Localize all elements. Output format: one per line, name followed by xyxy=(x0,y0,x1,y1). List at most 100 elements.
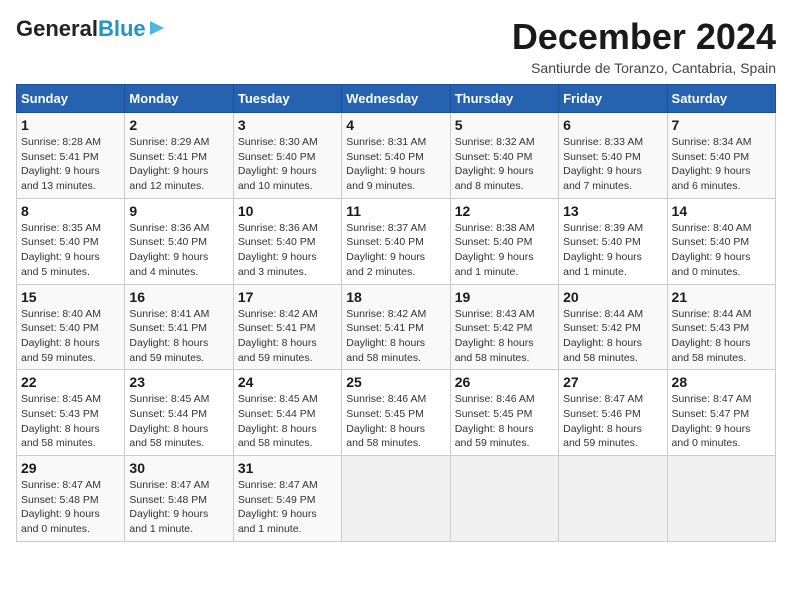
table-row xyxy=(559,456,667,542)
day-info: Sunrise: 8:47 AMSunset: 5:49 PMDaylight:… xyxy=(238,478,337,537)
day-number: 22 xyxy=(21,374,120,390)
table-row xyxy=(667,456,775,542)
table-row: 12 Sunrise: 8:38 AMSunset: 5:40 PMDayligh… xyxy=(450,198,558,284)
table-row: 30Sunrise: 8:47 AMSunset: 5:48 PMDayligh… xyxy=(125,456,233,542)
day-number: 16 xyxy=(129,289,228,305)
day-info: Sunrise: 8:33 AMSunset: 5:40 PMDaylight:… xyxy=(563,135,662,194)
day-info: Sunrise: 8:38 AMSunset: 5:40 PMDaylight:… xyxy=(455,221,554,280)
day-info: Sunrise: 8:41 AMSunset: 5:41 PMDaylight:… xyxy=(129,307,228,366)
day-number: 11 xyxy=(346,203,445,219)
location-text: Santiurde de Toranzo, Cantabria, Spain xyxy=(512,60,776,76)
day-number: 28 xyxy=(672,374,771,390)
table-row: 24 Sunrise: 8:45 AMSunset: 5:44 PMDayligh… xyxy=(233,370,341,456)
day-number: 3 xyxy=(238,117,337,133)
table-row: 26 Sunrise: 8:46 AMSunset: 5:45 PMDayligh… xyxy=(450,370,558,456)
day-number: 7 xyxy=(672,117,771,133)
table-row: 13Sunrise: 8:39 AMSunset: 5:40 PMDayligh… xyxy=(559,198,667,284)
day-info: Sunrise: 8:37 AMSunset: 5:40 PMDaylight:… xyxy=(346,221,445,280)
logo: General Blue xyxy=(16,16,166,42)
day-number: 26 xyxy=(455,374,554,390)
day-info: Sunrise: 8:36 AMSunset: 5:40 PMDaylight:… xyxy=(238,221,337,280)
table-row: 6 Sunrise: 8:33 AMSunset: 5:40 PMDaylight… xyxy=(559,113,667,199)
day-number: 27 xyxy=(563,374,662,390)
day-info: Sunrise: 8:42 AMSunset: 5:41 PMDaylight:… xyxy=(346,307,445,366)
table-row: 7 Sunrise: 8:34 AMSunset: 5:40 PMDaylight… xyxy=(667,113,775,199)
day-number: 5 xyxy=(455,117,554,133)
header-monday: Monday xyxy=(125,85,233,113)
day-number: 24 xyxy=(238,374,337,390)
logo-general-text: General xyxy=(16,16,98,42)
table-row: 11 Sunrise: 8:37 AMSunset: 5:40 PMDayligh… xyxy=(342,198,450,284)
day-info: Sunrise: 8:42 AMSunset: 5:41 PMDaylight:… xyxy=(238,307,337,366)
day-info: Sunrise: 8:36 AMSunset: 5:40 PMDaylight:… xyxy=(129,221,228,280)
table-row: 19 Sunrise: 8:43 AMSunset: 5:42 PMDayligh… xyxy=(450,284,558,370)
logo-blue-text: Blue xyxy=(98,16,146,42)
table-row: 23 Sunrise: 8:45 AMSunset: 5:44 PMDayligh… xyxy=(125,370,233,456)
day-info: Sunrise: 8:45 AMSunset: 5:44 PMDaylight:… xyxy=(129,392,228,451)
day-info: Sunrise: 8:32 AMSunset: 5:40 PMDaylight:… xyxy=(455,135,554,194)
day-number: 25 xyxy=(346,374,445,390)
calendar-header-row: Sunday Monday Tuesday Wednesday Thursday… xyxy=(17,85,776,113)
day-number: 15 xyxy=(21,289,120,305)
day-number: 10 xyxy=(238,203,337,219)
logo-arrow-icon xyxy=(148,19,166,37)
header-wednesday: Wednesday xyxy=(342,85,450,113)
table-row: 22Sunrise: 8:45 AMSunset: 5:43 PMDayligh… xyxy=(17,370,125,456)
table-row: 15 Sunrise: 8:40 AMSunset: 5:40 PMDayligh… xyxy=(17,284,125,370)
day-info: Sunrise: 8:46 AMSunset: 5:45 PMDaylight:… xyxy=(455,392,554,451)
day-number: 23 xyxy=(129,374,228,390)
day-number: 19 xyxy=(455,289,554,305)
header-thursday: Thursday xyxy=(450,85,558,113)
day-info: Sunrise: 8:28 AMSunset: 5:41 PMDaylight:… xyxy=(21,135,120,194)
day-number: 14 xyxy=(672,203,771,219)
day-number: 21 xyxy=(672,289,771,305)
table-row xyxy=(450,456,558,542)
page-header: General Blue December 2024 Santiurde de … xyxy=(16,16,776,76)
table-row: 4 Sunrise: 8:31 AMSunset: 5:40 PMDaylight… xyxy=(342,113,450,199)
day-info: Sunrise: 8:40 AMSunset: 5:40 PMDaylight:… xyxy=(672,221,771,280)
day-number: 20 xyxy=(563,289,662,305)
day-info: Sunrise: 8:47 AMSunset: 5:47 PMDaylight:… xyxy=(672,392,771,451)
day-info: Sunrise: 8:31 AMSunset: 5:40 PMDaylight:… xyxy=(346,135,445,194)
table-row: 20 Sunrise: 8:44 AMSunset: 5:42 PMDayligh… xyxy=(559,284,667,370)
day-info: Sunrise: 8:44 AMSunset: 5:43 PMDaylight:… xyxy=(672,307,771,366)
table-row: 16 Sunrise: 8:41 AMSunset: 5:41 PMDayligh… xyxy=(125,284,233,370)
table-row: 5 Sunrise: 8:32 AMSunset: 5:40 PMDaylight… xyxy=(450,113,558,199)
day-number: 12 xyxy=(455,203,554,219)
day-info: Sunrise: 8:29 AMSunset: 5:41 PMDaylight:… xyxy=(129,135,228,194)
day-info: Sunrise: 8:30 AMSunset: 5:40 PMDaylight:… xyxy=(238,135,337,194)
calendar-week-row: 8Sunrise: 8:35 AMSunset: 5:40 PMDaylight… xyxy=(17,198,776,284)
day-number: 13 xyxy=(563,203,662,219)
day-number: 29 xyxy=(21,460,120,476)
day-number: 8 xyxy=(21,203,120,219)
day-info: Sunrise: 8:47 AMSunset: 5:46 PMDaylight:… xyxy=(563,392,662,451)
header-sunday: Sunday xyxy=(17,85,125,113)
table-row: 1 Sunrise: 8:28 AMSunset: 5:41 PMDaylight… xyxy=(17,113,125,199)
day-number: 4 xyxy=(346,117,445,133)
header-friday: Friday xyxy=(559,85,667,113)
day-info: Sunrise: 8:46 AMSunset: 5:45 PMDaylight:… xyxy=(346,392,445,451)
table-row: 29Sunrise: 8:47 AMSunset: 5:48 PMDayligh… xyxy=(17,456,125,542)
day-number: 17 xyxy=(238,289,337,305)
day-info: Sunrise: 8:34 AMSunset: 5:40 PMDaylight:… xyxy=(672,135,771,194)
day-number: 6 xyxy=(563,117,662,133)
table-row: 14 Sunrise: 8:40 AMSunset: 5:40 PMDayligh… xyxy=(667,198,775,284)
day-info: Sunrise: 8:44 AMSunset: 5:42 PMDaylight:… xyxy=(563,307,662,366)
day-number: 31 xyxy=(238,460,337,476)
day-info: Sunrise: 8:47 AMSunset: 5:48 PMDaylight:… xyxy=(129,478,228,537)
calendar-week-row: 22Sunrise: 8:45 AMSunset: 5:43 PMDayligh… xyxy=(17,370,776,456)
month-title: December 2024 xyxy=(512,16,776,58)
day-info: Sunrise: 8:40 AMSunset: 5:40 PMDaylight:… xyxy=(21,307,120,366)
day-info: Sunrise: 8:43 AMSunset: 5:42 PMDaylight:… xyxy=(455,307,554,366)
day-number: 1 xyxy=(21,117,120,133)
calendar-table: Sunday Monday Tuesday Wednesday Thursday… xyxy=(16,84,776,542)
header-tuesday: Tuesday xyxy=(233,85,341,113)
calendar-week-row: 15 Sunrise: 8:40 AMSunset: 5:40 PMDayligh… xyxy=(17,284,776,370)
header-saturday: Saturday xyxy=(667,85,775,113)
table-row: 9Sunrise: 8:36 AMSunset: 5:40 PMDaylight… xyxy=(125,198,233,284)
table-row: 27 Sunrise: 8:47 AMSunset: 5:46 PMDayligh… xyxy=(559,370,667,456)
day-info: Sunrise: 8:45 AMSunset: 5:44 PMDaylight:… xyxy=(238,392,337,451)
table-row xyxy=(342,456,450,542)
table-row: 3 Sunrise: 8:30 AMSunset: 5:40 PMDaylight… xyxy=(233,113,341,199)
table-row: 2Sunrise: 8:29 AMSunset: 5:41 PMDaylight… xyxy=(125,113,233,199)
